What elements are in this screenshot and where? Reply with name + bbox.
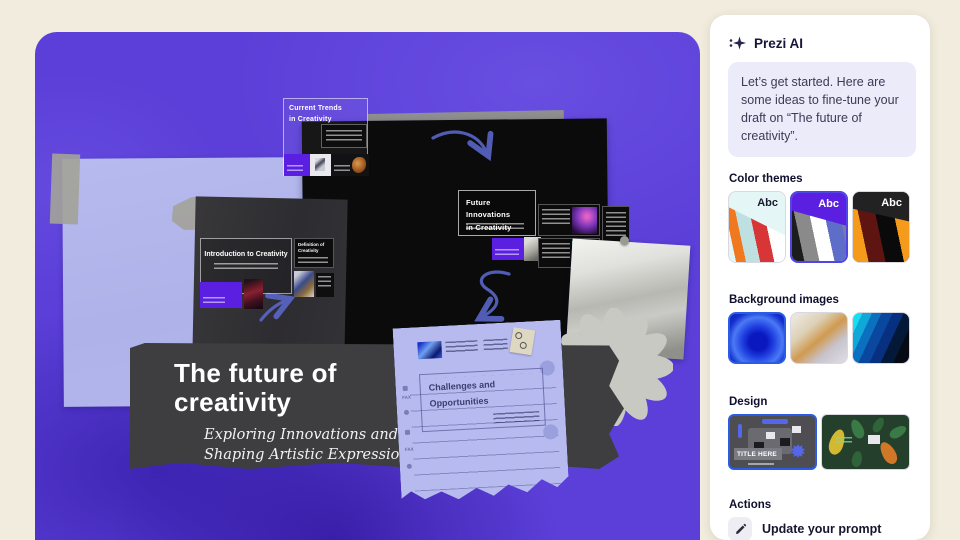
margin-icon xyxy=(404,410,409,415)
background-beige-swirl[interactable] xyxy=(790,312,848,364)
slide-title: Current Trends in Creativity xyxy=(289,103,342,125)
design-dark-collage[interactable]: TITLE HERE xyxy=(728,414,817,470)
theme-sample-text: Abc xyxy=(881,197,902,209)
text-lines xyxy=(445,340,478,355)
design-row: TITLE HERE xyxy=(728,414,910,470)
sparkle-icon xyxy=(729,35,746,52)
presentation-title: The future of creativity xyxy=(174,359,374,417)
design-green-leaves[interactable] xyxy=(821,414,910,470)
notepad-paper[interactable]: Challenges and Opportunities FAX FAX xyxy=(393,320,570,503)
tape-piece xyxy=(50,154,80,225)
slide-text-block xyxy=(321,124,367,148)
slide-definition[interactable]: Definition of Creativity xyxy=(294,238,334,268)
margin-icon xyxy=(403,386,408,391)
text-lines xyxy=(483,339,508,353)
slide-current-trends[interactable]: Current Trends in Creativity xyxy=(283,98,368,176)
slide-title: Introduction to Creativity xyxy=(201,251,291,258)
panel-header: Prezi AI xyxy=(729,35,803,52)
background-images-row xyxy=(728,312,910,364)
mini-slide-photo[interactable] xyxy=(244,279,263,309)
presentation-canvas[interactable]: Current Trends in Creativity Introductio… xyxy=(35,32,700,540)
fax-label: FAX xyxy=(402,395,411,400)
slide-title: Definition of Creativity xyxy=(298,242,333,255)
update-prompt-action[interactable]: Update your prompt xyxy=(728,517,881,540)
background-blue-flower[interactable] xyxy=(728,312,786,364)
flower-shape-mini xyxy=(791,444,805,458)
mini-slide-image xyxy=(572,207,597,234)
margin-icon xyxy=(405,430,410,435)
fax-label: FAX xyxy=(405,447,414,452)
theme-purple-selected[interactable]: Abc xyxy=(790,191,848,263)
pencil-icon xyxy=(728,517,752,540)
color-themes-row: Abc Abc Abc xyxy=(728,191,910,263)
design-title-text: TITLE HERE xyxy=(737,451,777,458)
mini-slide[interactable] xyxy=(316,273,334,297)
ai-message-bubble: Let’s get started. Here are some ideas t… xyxy=(728,62,916,157)
color-themes-label: Color themes xyxy=(729,173,803,185)
slide-future-innovations[interactable]: Future Innovations in Creativity xyxy=(458,190,536,236)
margin-icon xyxy=(407,464,412,469)
sticker xyxy=(510,327,536,355)
photo-pin xyxy=(620,236,629,245)
slide-challenges[interactable]: Challenges and Opportunities xyxy=(419,368,546,432)
mini-slide-photo[interactable] xyxy=(294,271,314,297)
mini-slide-sketch xyxy=(310,154,331,176)
theme-sample-text: Abc xyxy=(818,198,839,210)
prezi-ai-panel: Prezi AI Let’s get started. Here are som… xyxy=(710,15,930,540)
mini-slide[interactable] xyxy=(538,204,600,236)
mini-slide xyxy=(284,154,310,176)
background-images-label: Background images xyxy=(729,294,839,306)
mini-slide-image xyxy=(417,341,442,359)
mini-slide-photo xyxy=(331,154,369,176)
slide-thumbnails xyxy=(284,154,369,176)
panel-title: Prezi AI xyxy=(754,36,803,51)
actions-label: Actions xyxy=(729,499,771,511)
theme-dark[interactable]: Abc xyxy=(852,191,910,263)
update-prompt-label: Update your prompt xyxy=(762,522,881,536)
background-dark-geometric[interactable] xyxy=(852,312,910,364)
theme-light[interactable]: Abc xyxy=(728,191,786,263)
design-label: Design xyxy=(729,396,767,408)
theme-sample-text: Abc xyxy=(757,197,778,209)
mini-slide[interactable] xyxy=(200,282,242,308)
